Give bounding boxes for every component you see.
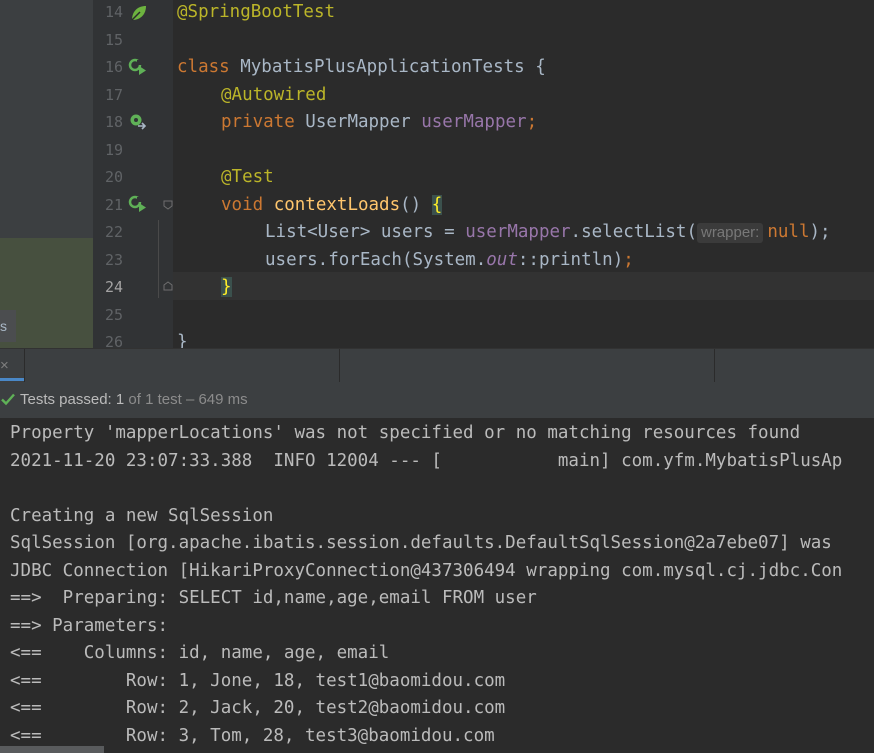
- tests-passed-label: Tests passed:: [20, 391, 112, 408]
- console-line: <== Columns: id, name, age, email: [10, 643, 390, 663]
- run-test-method-icon[interactable]: [128, 194, 148, 214]
- console-line: ==> Parameters:: [10, 615, 179, 636]
- console-line: ==> Preparing: SELECT id,name,age,email …: [10, 588, 537, 608]
- console-line: 2021-11-20 23:07:33.388 INFO 12004 --- […: [10, 450, 843, 471]
- console-output[interactable]: Property 'mapperLocations' was not speci…: [0, 419, 874, 753]
- matched-brace: {: [431, 194, 443, 215]
- tests-passed-count: 1: [115, 391, 125, 408]
- code-text: .selectList(: [570, 222, 697, 242]
- parameter-hint: wrapper:: [696, 223, 764, 243]
- code-text: ::println): [517, 249, 624, 270]
- code-line[interactable]: @Test: [221, 164, 274, 192]
- method-name: contextLoads: [273, 194, 401, 215]
- line-number: 20: [104, 168, 123, 186]
- line-number: 17: [104, 85, 123, 104]
- project-panel: s: [0, 0, 93, 348]
- keyword: void: [221, 194, 264, 215]
- annotation: @Test: [221, 167, 274, 187]
- code-line[interactable]: void contextLoads() {: [221, 192, 443, 220]
- tab-divider: [24, 349, 25, 382]
- keyword: private: [221, 112, 295, 132]
- line-number: 18: [104, 113, 123, 131]
- field-name: userMapper: [465, 222, 571, 242]
- code-line[interactable]: }: [221, 274, 232, 302]
- brace: {: [535, 57, 546, 77]
- run-tool-window-tabs: ×: [0, 348, 874, 382]
- project-tree-item[interactable]: s: [0, 310, 16, 342]
- console-line: <== Row: 2, Jack, 20, test2@baomidou.com: [10, 698, 506, 718]
- console-line: Creating a new SqlSession: [10, 505, 274, 526]
- type-name: UserMapper: [294, 112, 422, 132]
- annotation: @SpringBootTest: [177, 2, 336, 22]
- parens: (): [400, 194, 432, 215]
- static-field: out: [486, 249, 518, 270]
- navigate-bean-icon[interactable]: [128, 112, 148, 132]
- console-line: SqlSession [org.apache.ibatis.session.de…: [10, 533, 832, 553]
- code-line[interactable]: @SpringBootTest: [177, 0, 335, 27]
- run-test-class-icon[interactable]: [128, 57, 148, 77]
- brace: }: [177, 332, 188, 348]
- code-line[interactable]: }: [177, 329, 188, 348]
- code-line[interactable]: class MybatisPlusApplicationTests {: [177, 54, 546, 82]
- class-name: MybatisPlusApplicationTests: [229, 57, 536, 77]
- fold-close-icon[interactable]: [163, 281, 173, 291]
- tab-divider: [339, 349, 340, 382]
- tests-detail: of 1 test – 649 ms: [128, 391, 248, 408]
- keyword: null: [767, 222, 810, 242]
- line-number: 19: [104, 140, 123, 159]
- project-item-fragment: s: [0, 318, 7, 334]
- semicolon: ;: [526, 112, 538, 132]
- horizontal-scrollbar[interactable]: [0, 746, 104, 753]
- fold-open-icon[interactable]: [163, 200, 173, 210]
- code-editor[interactable]: @SpringBootTest class MybatisPlusApplica…: [173, 0, 874, 348]
- console-line: JDBC Connection [HikariProxyConnection@4…: [10, 560, 843, 581]
- code-line[interactable]: private UserMapper userMapper;: [221, 109, 537, 137]
- keyword: class: [177, 57, 230, 77]
- spring-leaf-icon[interactable]: [128, 3, 148, 23]
- close-icon[interactable]: ×: [0, 357, 9, 374]
- tests-passed-text: Tests passed: 1 of 1 test – 649 ms: [20, 391, 248, 408]
- line-number: 25: [104, 305, 123, 324]
- code-text: List<User> users =: [265, 222, 466, 242]
- line-number: 15: [104, 30, 123, 49]
- annotation: @Autowired: [221, 84, 327, 105]
- console-line: Property 'mapperLocations' was not speci…: [10, 423, 801, 443]
- indent-guide: [158, 220, 159, 298]
- check-icon: [1, 393, 15, 406]
- field-name: userMapper: [421, 112, 527, 132]
- line-number: 22: [104, 223, 123, 241]
- code-line[interactable]: users.forEach(System.out::println);: [265, 247, 634, 275]
- console-line: <== Row: 1, Jone, 18, test1@baomidou.com: [10, 670, 506, 691]
- active-tab-indicator: [0, 378, 24, 381]
- line-number: 16: [104, 58, 123, 76]
- code-line[interactable]: @Autowired: [221, 82, 326, 110]
- code-text: users.forEach(System.: [265, 249, 487, 270]
- line-number: 23: [104, 250, 123, 269]
- line-number-current: 24: [104, 278, 123, 296]
- line-number: 21: [104, 195, 123, 214]
- matched-brace: }: [221, 277, 232, 297]
- test-status-bar: Tests passed: 1 of 1 test – 649 ms: [0, 382, 874, 419]
- semicolon: ;: [623, 249, 634, 270]
- code-text: );: [809, 222, 831, 242]
- code-line[interactable]: List<User> users = userMapper.selectList…: [265, 219, 831, 247]
- tab-divider: [714, 349, 715, 382]
- current-line-highlight: [173, 272, 874, 300]
- line-number: 14: [104, 3, 123, 21]
